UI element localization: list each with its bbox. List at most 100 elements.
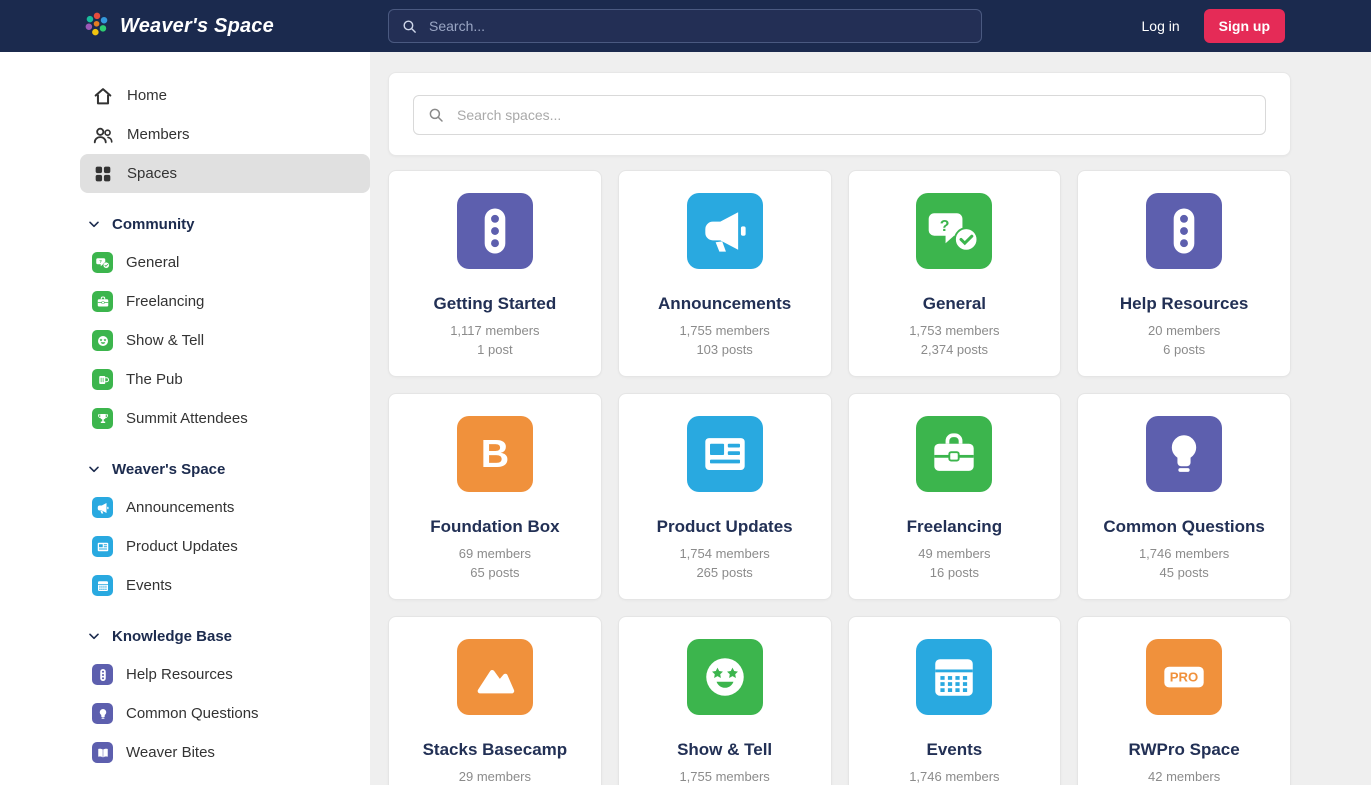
sidebar-section-knowledge-base[interactable]: Knowledge Base	[80, 617, 370, 655]
traffic-light-icon	[457, 193, 533, 269]
spaces-search[interactable]	[413, 95, 1266, 135]
sidebar-section-community[interactable]: Community	[80, 205, 370, 243]
svg-text:?: ?	[940, 218, 950, 235]
space-posts: 1 post	[477, 342, 512, 357]
traffic-light-icon	[1146, 193, 1222, 269]
spaces-search-input[interactable]	[455, 106, 1252, 124]
book-icon	[92, 742, 113, 763]
sidebar-item-label: Home	[127, 87, 167, 104]
sidebar-item-common-questions[interactable]: Common Questions	[80, 694, 370, 733]
sidebar-item-summit-attendees[interactable]: Summit Attendees	[80, 399, 370, 438]
traffic-light-icon	[92, 664, 113, 685]
space-card-help-resources[interactable]: Help Resources 20 members 6 posts	[1077, 170, 1291, 377]
space-members: 1,117 members	[450, 323, 539, 338]
space-members: 1,755 members	[679, 769, 769, 784]
sidebar-item-show-tell[interactable]: Show & Tell	[80, 321, 370, 360]
sidebar-item-label: Spaces	[127, 165, 177, 182]
space-title: Common Questions	[1103, 517, 1265, 537]
topbar: Weaver's Space Log in Sign up	[0, 0, 1371, 52]
calendar-icon	[916, 639, 992, 715]
pro-label-icon: PRO	[1146, 639, 1222, 715]
sidebar-item-label: Events	[126, 577, 172, 594]
sidebar-section-label: Weaver's Space	[112, 461, 225, 478]
sidebar-item-announcements[interactable]: Announcements	[80, 488, 370, 527]
space-members: 29 members	[459, 769, 531, 784]
space-card-announcements[interactable]: Announcements 1,755 members 103 posts	[618, 170, 832, 377]
brand-name: Weaver's Space	[120, 15, 274, 38]
sidebar-item-freelancing[interactable]: Freelancing	[80, 282, 370, 321]
newspaper-icon	[92, 536, 113, 557]
sidebar-section-label: Knowledge Base	[112, 628, 232, 645]
brand[interactable]: Weaver's Space	[84, 11, 274, 42]
space-card-foundation-box[interactable]: B Foundation Box 69 members 65 posts	[388, 393, 602, 600]
sidebar-item-label: Common Questions	[126, 705, 259, 722]
global-search-input[interactable]	[427, 17, 969, 35]
main-content: Getting Started 1,117 members 1 post Ann…	[370, 52, 1371, 785]
space-card-stacks-basecamp[interactable]: Stacks Basecamp 29 members 5 posts	[388, 616, 602, 785]
space-posts: 65 posts	[470, 565, 519, 580]
space-title: RWPro Space	[1129, 740, 1240, 760]
megaphone-icon	[687, 193, 763, 269]
sidebar-item-label: General	[126, 254, 179, 271]
space-card-freelancing[interactable]: Freelancing 49 members 16 posts	[848, 393, 1062, 600]
chevron-down-icon	[86, 216, 102, 232]
sidebar-item-label: Weaver Bites	[126, 744, 215, 761]
space-card-common-questions[interactable]: Common Questions 1,746 members 45 posts	[1077, 393, 1291, 600]
signup-button[interactable]: Sign up	[1204, 9, 1285, 43]
sidebar-item-label: Members	[127, 126, 190, 143]
space-members: 1,755 members	[679, 323, 769, 338]
space-title: Announcements	[658, 294, 791, 314]
space-posts: 16 posts	[930, 565, 979, 580]
briefcase-icon	[92, 291, 113, 312]
space-posts: 265 posts	[696, 565, 752, 580]
sidebar-item-members[interactable]: Members	[80, 115, 370, 154]
space-card-product-updates[interactable]: Product Updates 1,754 members 265 posts	[618, 393, 832, 600]
login-button[interactable]: Log in	[1128, 9, 1194, 43]
space-title: Show & Tell	[677, 740, 772, 760]
space-card-general[interactable]: ? General 1,753 members 2,374 posts	[848, 170, 1062, 377]
sidebar-item-label: Summit Attendees	[126, 410, 248, 427]
sidebar: Home Members Spaces Community ?General Freela…	[0, 52, 370, 785]
space-title: Getting Started	[433, 294, 556, 314]
sidebar-item-label: Freelancing	[126, 293, 204, 310]
sidebar-item-home[interactable]: Home	[80, 76, 370, 115]
auth-buttons: Log in Sign up	[1128, 9, 1285, 43]
space-members: 20 members	[1148, 323, 1220, 338]
brand-logo-icon	[84, 11, 110, 42]
trophy-icon	[92, 408, 113, 429]
space-members: 49 members	[918, 546, 990, 561]
space-members: 1,754 members	[679, 546, 769, 561]
sidebar-item-general[interactable]: ?General	[80, 243, 370, 282]
chevron-down-icon	[86, 628, 102, 644]
sidebar-nav: Home Members Spaces Community ?General Freela…	[80, 76, 370, 772]
sidebar-section-label: Community	[112, 216, 195, 233]
space-title: General	[923, 294, 986, 314]
space-title: Foundation Box	[430, 517, 559, 537]
spaces-icon	[92, 163, 114, 185]
space-card-events[interactable]: Events 1,746 members 166 posts	[848, 616, 1062, 785]
search-icon	[401, 18, 418, 35]
space-posts: 2,374 posts	[921, 342, 988, 357]
space-card-getting-started[interactable]: Getting Started 1,117 members 1 post	[388, 170, 602, 377]
sidebar-item-events[interactable]: Events	[80, 566, 370, 605]
calendar-icon	[92, 575, 113, 596]
star-smile-icon	[92, 330, 113, 351]
briefcase-icon	[916, 416, 992, 492]
space-posts: 103 posts	[696, 342, 752, 357]
sidebar-item-the-pub[interactable]: The Pub	[80, 360, 370, 399]
lightbulb-icon	[92, 703, 113, 724]
home-icon	[92, 85, 114, 107]
global-search[interactable]	[388, 9, 982, 43]
sidebar-section-weaver-s-space[interactable]: Weaver's Space	[80, 450, 370, 488]
space-members: 42 members	[1148, 769, 1220, 784]
space-card-rwpro-space[interactable]: PRO RWPro Space 42 members 25 posts	[1077, 616, 1291, 785]
sidebar-item-label: Show & Tell	[126, 332, 204, 349]
sidebar-item-spaces[interactable]: Spaces	[80, 154, 370, 193]
sidebar-item-weaver-bites[interactable]: Weaver Bites	[80, 733, 370, 772]
svg-text:PRO: PRO	[1170, 670, 1198, 685]
sidebar-item-product-updates[interactable]: Product Updates	[80, 527, 370, 566]
space-members: 1,753 members	[909, 323, 999, 338]
space-members: 69 members	[459, 546, 531, 561]
space-card-show-tell[interactable]: Show & Tell 1,755 members 53 posts	[618, 616, 832, 785]
sidebar-item-help-resources[interactable]: Help Resources	[80, 655, 370, 694]
